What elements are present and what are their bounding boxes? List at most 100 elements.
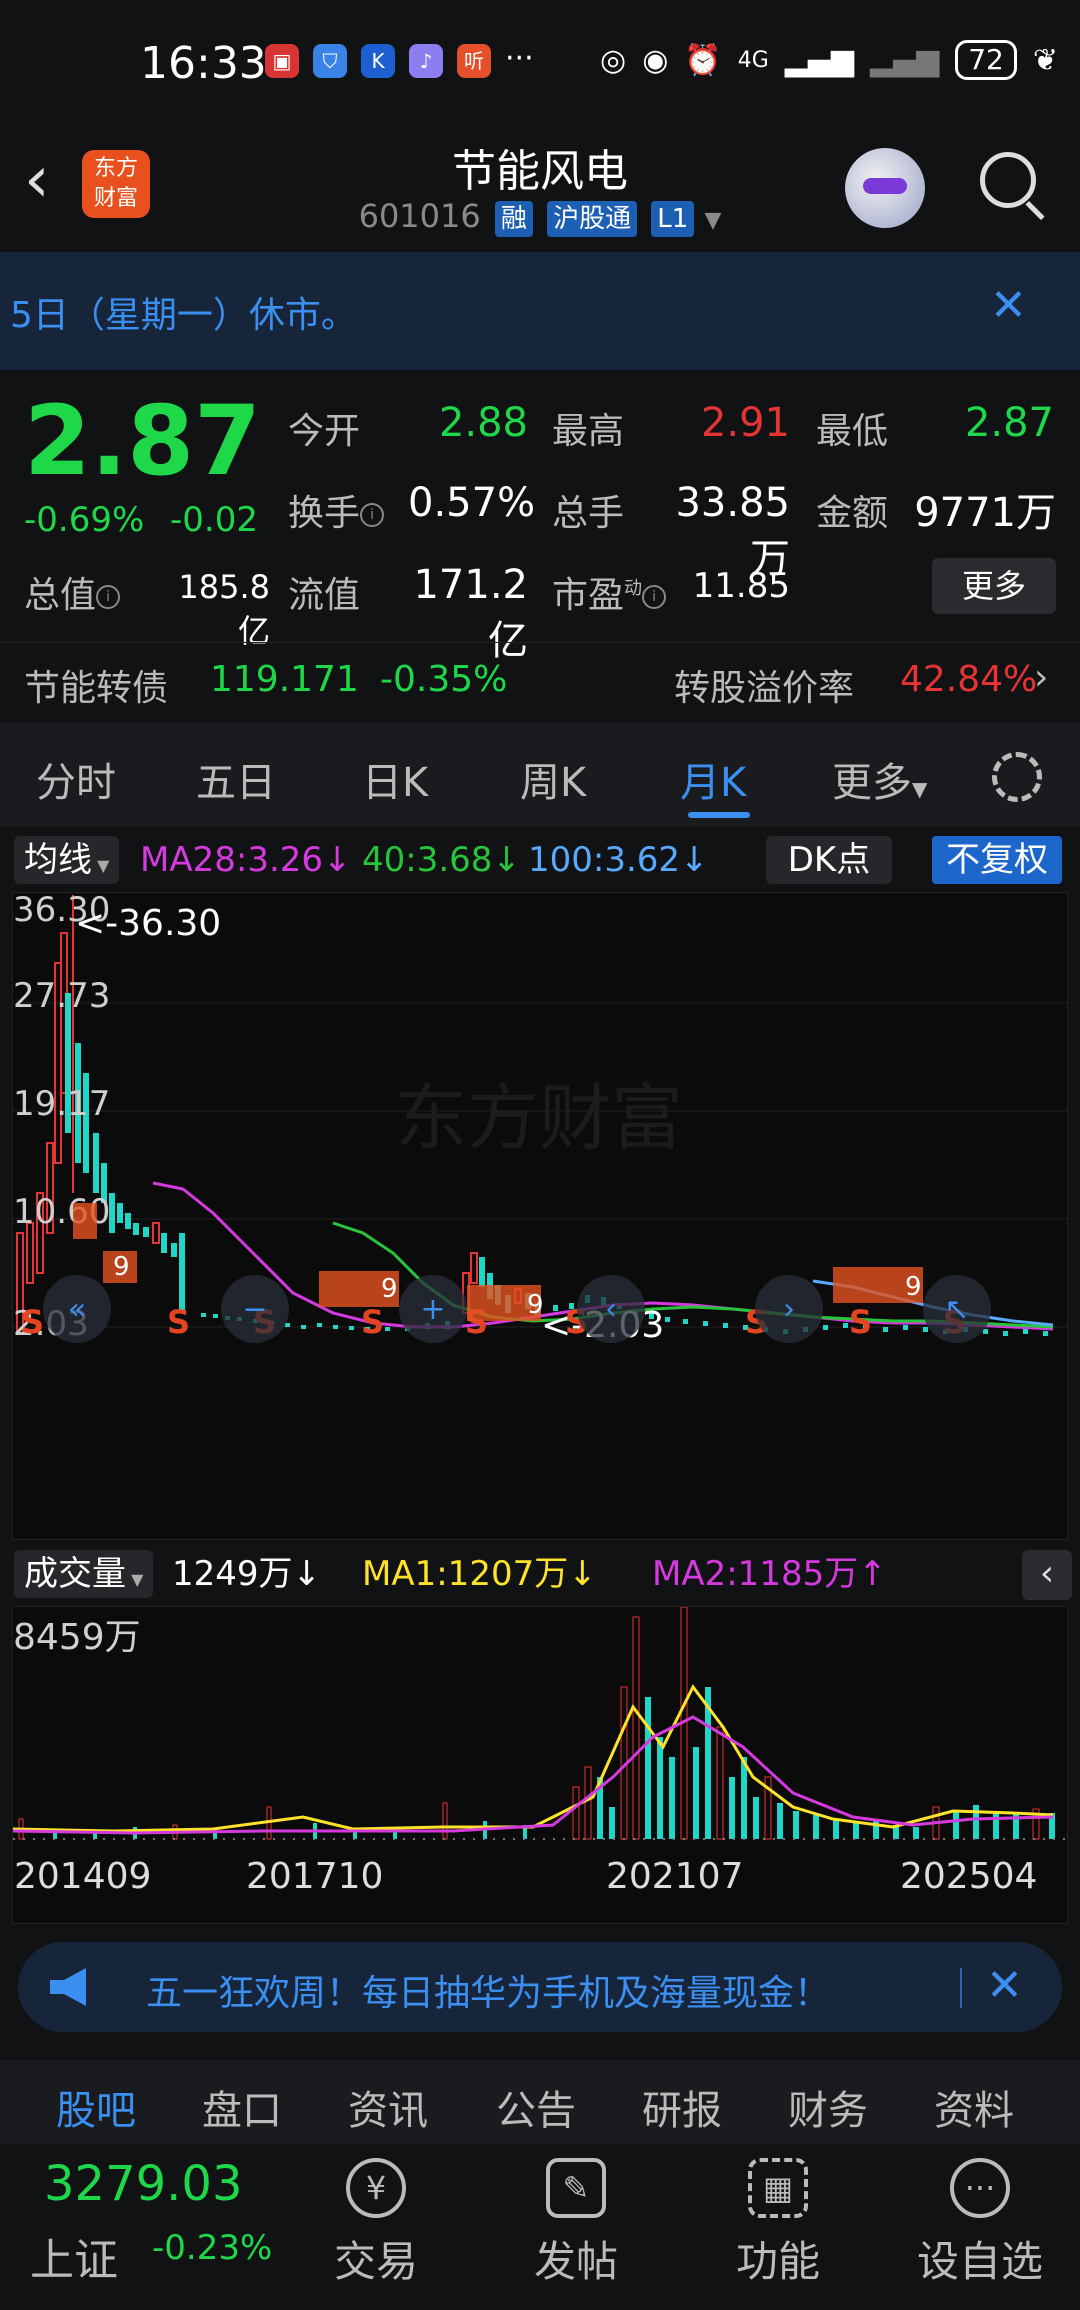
alarm-icon: ⏰: [684, 42, 722, 78]
tab-news[interactable]: 资讯: [348, 2078, 428, 2136]
volume-label: 总手: [552, 493, 625, 534]
network-type: 4G: [737, 47, 769, 73]
svg-text:↖: ↖: [944, 1292, 969, 1327]
tab-profile[interactable]: 资料: [934, 2078, 1014, 2136]
tab-intraday[interactable]: 分时: [36, 750, 116, 808]
signal-icon: ▂▄▆: [784, 42, 854, 78]
svg-text:+: +: [420, 1292, 445, 1327]
volume-ma1: MA1:1207万↓: [362, 1554, 597, 1594]
pe-superscript: 动: [624, 578, 643, 599]
dk-point-button[interactable]: DK点: [766, 836, 892, 884]
tab-weekly-k[interactable]: 周K: [520, 750, 586, 808]
robot-assistant-icon[interactable]: [845, 148, 925, 228]
high-label: 最高: [552, 411, 625, 452]
tab-daily-k[interactable]: 日K: [362, 750, 428, 808]
time-label-1: 201409: [14, 1856, 152, 1897]
svg-text:9: 9: [905, 1272, 922, 1302]
tab-guba[interactable]: 股吧: [56, 2078, 136, 2136]
music-app-icon: ♪: [409, 44, 443, 78]
convertible-bond-row[interactable]: 节能转债 119.171 -0.35% 转股溢价率 42.84% ›: [0, 642, 1080, 720]
volume-select-label: 成交量: [24, 1554, 126, 1594]
tab-more[interactable]: 更多▼: [832, 750, 927, 808]
tab-monthly-k[interactable]: 月K: [680, 750, 746, 808]
tab-announcements[interactable]: 公告: [496, 2078, 576, 2136]
total-value-label: 总值 i: [24, 566, 121, 618]
volume-indicator-bar: 成交量 ▼ 1249万↓ MA1:1207万↓ MA2:1185万↑ ‹: [0, 1542, 1080, 1604]
info-icon[interactable]: i: [642, 585, 667, 609]
tab-finance[interactable]: 财务: [788, 2078, 868, 2136]
index-name: 上证: [30, 2235, 118, 2286]
notice-banner: 5日（星期一）休市。 ✕: [0, 252, 1080, 370]
turnover-label: 换手 i: [288, 484, 385, 536]
y-label-3: 19.17: [13, 1084, 110, 1124]
chevron-right-icon: ›: [1034, 657, 1049, 698]
ma40-value: 40:3.68↓: [362, 840, 521, 880]
bond-name: 节能转债: [24, 668, 169, 709]
nav-add-watchlist-label: 设自选: [916, 2237, 1043, 2286]
total-value: 185.8亿: [178, 568, 270, 650]
volume-select[interactable]: 成交量 ▼: [14, 1550, 154, 1598]
promo-text: 五一狂欢周！每日抽华为手机及海量现金！: [146, 1973, 831, 2014]
nav-post[interactable]: ✎ 发帖: [506, 2144, 646, 2310]
kline-chart[interactable]: 东方财富 36.30 27.73 19.17 10.60 <-36.30 S S…: [12, 890, 1068, 1540]
change-percent: -0.69%: [24, 500, 145, 540]
current-price: 2.87: [24, 385, 261, 497]
close-icon[interactable]: ✕: [986, 1960, 1023, 2011]
shanghai-connect-tag: 沪股通: [547, 201, 638, 237]
nav-add-watchlist[interactable]: ··· 设自选: [910, 2144, 1050, 2310]
info-tabs: 股吧 盘口 资讯 公告 研报 财务 资料: [0, 2060, 1080, 2144]
tab-research[interactable]: 研报: [642, 2078, 722, 2136]
info-icon[interactable]: i: [360, 503, 385, 527]
promo-banner[interactable]: 五一狂欢周！每日抽华为手机及海量现金！ ✕: [18, 1942, 1062, 2032]
time-axis: 201409 201710 202107 202504: [12, 1840, 1068, 1924]
search-icon[interactable]: [980, 152, 1036, 208]
k-app-icon: K: [361, 44, 395, 78]
more-button[interactable]: 更多: [932, 558, 1056, 614]
ma-select[interactable]: 均线 ▼: [14, 836, 120, 884]
pe-label: 市盈动 i: [552, 566, 667, 618]
nfc-icon: ◎: [600, 42, 627, 78]
nav-post-label: 发帖: [533, 2237, 618, 2286]
volume-value: 1249万↓: [172, 1554, 322, 1594]
margin-tag: 融: [494, 201, 533, 237]
caret-down-icon: ▼: [912, 777, 928, 801]
open-label: 今开: [288, 411, 361, 452]
no-adjust-button[interactable]: 不复权: [932, 836, 1062, 884]
bond-price: 119.171: [210, 659, 359, 700]
close-icon[interactable]: ✕: [990, 280, 1027, 331]
nav-functions[interactable]: ▦ 功能: [708, 2144, 848, 2310]
pe-label-text: 市盈: [552, 575, 625, 616]
premium-label: 转股溢价率: [674, 668, 855, 709]
volume-ma2: MA2:1185万↑: [652, 1554, 887, 1594]
info-icon[interactable]: i: [96, 585, 121, 609]
divider: [960, 1968, 962, 2008]
ma100-value: 100:3.62↓: [528, 840, 709, 880]
grid-icon: ▦: [748, 2158, 808, 2218]
more-dots-icon: ···: [950, 2158, 1010, 2218]
amount-label: 金额: [816, 493, 889, 534]
low-label: 最低: [816, 411, 889, 452]
status-bar: 16:33 ▣ ⛉ K ♪ 听 ··· ◎ ◉ ⏰ 4G ▂▄▆ ▂▄▆ 72 …: [0, 0, 1080, 125]
megaphone-icon: [50, 1968, 86, 2006]
svg-text:‹: ‹: [605, 1292, 617, 1327]
collapse-arrow-icon[interactable]: ‹: [1022, 1550, 1072, 1600]
svg-text:9: 9: [113, 1252, 130, 1282]
more-notifications-icon: ···: [505, 41, 534, 76]
time-label-3: 202107: [606, 1856, 744, 1897]
max-price-note: <-36.30: [75, 903, 221, 944]
time-label-4: 202504: [900, 1856, 1038, 1897]
nav-functions-label: 功能: [735, 2237, 820, 2286]
caret-down-icon: ▼: [92, 856, 110, 875]
gear-icon[interactable]: [992, 752, 1042, 802]
watermark: 东方财富: [395, 1076, 683, 1160]
change-amount: -0.02: [170, 500, 258, 540]
nav-trade[interactable]: ¥ 交易: [306, 2144, 446, 2310]
ma28-value: MA28:3.26↓: [140, 840, 352, 880]
tab-five-day[interactable]: 五日: [196, 750, 276, 808]
tab-more-label: 更多: [832, 760, 912, 806]
ma-indicator-bar: 均线 ▼ MA28:3.26↓ 40:3.68↓ 100:3.62↓ DK点 不…: [0, 828, 1080, 890]
tab-orderbook[interactable]: 盘口: [202, 2078, 282, 2136]
eye-icon: ◉: [642, 42, 669, 78]
app-notification-icon: ▣: [265, 44, 299, 78]
turnover-value: 0.57%: [408, 480, 536, 526]
